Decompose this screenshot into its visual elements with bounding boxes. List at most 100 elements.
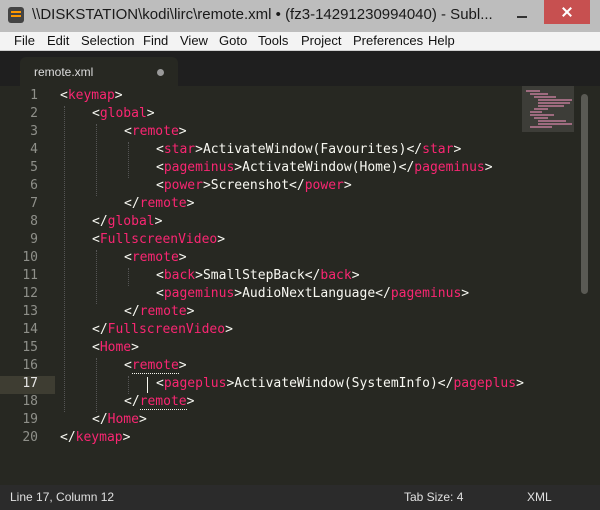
xml-text: < [124,250,132,265]
xml-text: </ [92,322,108,337]
xml-tag-name: FullscreenVideo [99,232,218,247]
xml-tag-name: remote [139,394,187,410]
xml-text: < [60,88,68,103]
xml-tag-name: pageminus [390,286,462,301]
xml-tag-name: global [107,214,155,229]
xml-tag-name: global [99,106,147,121]
xml-text: > [186,394,195,409]
menu-project[interactable]: Project [301,33,341,48]
tab-size-indicator[interactable]: Tab Size: 4 [404,490,463,504]
code-line: </remote> [124,394,195,410]
menu-find[interactable]: Find [143,33,168,48]
line-number: 7 [30,196,38,211]
xml-text: > [461,286,470,301]
menu-selection[interactable]: Selection [81,33,134,48]
xml-text: < [156,142,164,157]
xml-tag-name: remote [139,304,187,319]
code-editor[interactable]: 1 2 3 4 5 6 7 8 9 10 11 12 13 14 15 16 17 18 19 20 <keymap>… [0,86,600,485]
scrollbar-thumb[interactable] [581,94,588,294]
minimize-button[interactable] [508,0,536,24]
line-number: 4 [30,142,38,157]
minimap[interactable] [522,86,574,132]
code-line: <back>SmallStepBack</back> [156,268,360,283]
xml-text: > [186,304,195,319]
syntax-indicator[interactable]: XML [527,490,552,504]
sublime-app-icon [8,7,24,23]
line-number: 11 [22,268,38,283]
xml-text: >Screenshot</ [202,178,305,193]
menu-edit[interactable]: Edit [47,33,69,48]
xml-text: > [154,214,163,229]
title-bar[interactable]: \\DISKSTATION\kodi\lirc\remote.xml • (fz… [0,0,600,32]
xml-text: < [92,232,100,247]
xml-text: < [124,124,132,139]
menu-view[interactable]: View [180,33,208,48]
xml-tag-name: remote [139,196,187,211]
xml-text: >ActivateWindow(Favourites)</ [195,142,423,157]
window-title: \\DISKSTATION\kodi\lirc\remote.xml • (fz… [32,6,493,23]
xml-tag-name: remote [131,124,179,139]
xml-text: > [178,250,187,265]
xml-text: >AudioNextLanguage</ [234,286,391,301]
xml-text: </ [60,430,76,445]
line-number: 19 [22,412,38,427]
xml-text: > [138,412,147,427]
code-line: <keymap> [60,88,123,103]
xml-text: > [516,376,524,391]
xml-text: > [122,430,131,445]
xml-text: < [156,376,164,391]
menu-tools[interactable]: Tools [258,33,288,48]
xml-text: </ [124,196,140,211]
xml-text: >ActivateWindow(Home)</ [234,160,415,175]
menu-preferences[interactable]: Preferences [353,33,423,48]
vertical-scrollbar[interactable] [578,86,592,485]
xml-text: > [114,88,123,103]
status-bar: Line 17, Column 12 Tab Size: 4 XML [0,485,600,510]
xml-text: < [156,160,164,175]
indent-guide [96,250,97,304]
tab-remote-xml[interactable]: remote.xml [20,57,178,86]
line-number: 8 [30,214,38,229]
xml-tag-name: keymap [75,430,123,445]
line-number: 10 [22,250,38,265]
xml-text: > [351,268,360,283]
xml-tag-name: keymap [67,88,115,103]
menu-file[interactable]: File [14,33,35,48]
code-line: <pageminus>AudioNextLanguage</pageminus> [156,286,469,301]
line-number: 18 [22,394,38,409]
code-line: <remote> [124,358,187,374]
line-number: 15 [22,340,38,355]
indent-guide [128,142,129,178]
xml-tag-name: power [304,178,344,193]
menu-help[interactable]: Help [428,33,455,48]
code-line: </global> [92,214,162,229]
xml-text: < [156,268,164,283]
xml-text: < [92,340,100,355]
code-line: <pageminus>ActivateWindow(Home)</pagemin… [156,160,493,175]
xml-tag-name: power [163,178,203,193]
sublime-window: \\DISKSTATION\kodi\lirc\remote.xml • (fz… [0,0,600,510]
xml-text: </ [92,412,108,427]
line-number: 3 [30,124,38,139]
close-button[interactable] [544,0,590,24]
menu-goto[interactable]: Goto [219,33,247,48]
tab-bar: remote.xml [0,51,600,86]
xml-text: < [156,178,164,193]
xml-tag-name: back [320,268,352,283]
xml-text: > [186,196,195,211]
line-number: 6 [30,178,38,193]
xml-text: < [124,358,132,373]
xml-text: > [131,340,139,355]
tab-modified-dot-icon[interactable] [157,69,164,76]
xml-tag-name: pageplus [163,376,227,391]
line-number: 16 [22,358,38,373]
xml-text: >ActivateWindow(SystemInfo)</ [226,376,454,391]
xml-text: < [92,106,100,121]
xml-tag-name: pageminus [163,286,235,301]
line-number: 12 [22,286,38,301]
line-number: 2 [30,106,38,121]
xml-tag-name: back [163,268,196,283]
code-line: </remote> [124,304,194,319]
xml-text: < [156,286,164,301]
line-number: 14 [22,322,38,337]
